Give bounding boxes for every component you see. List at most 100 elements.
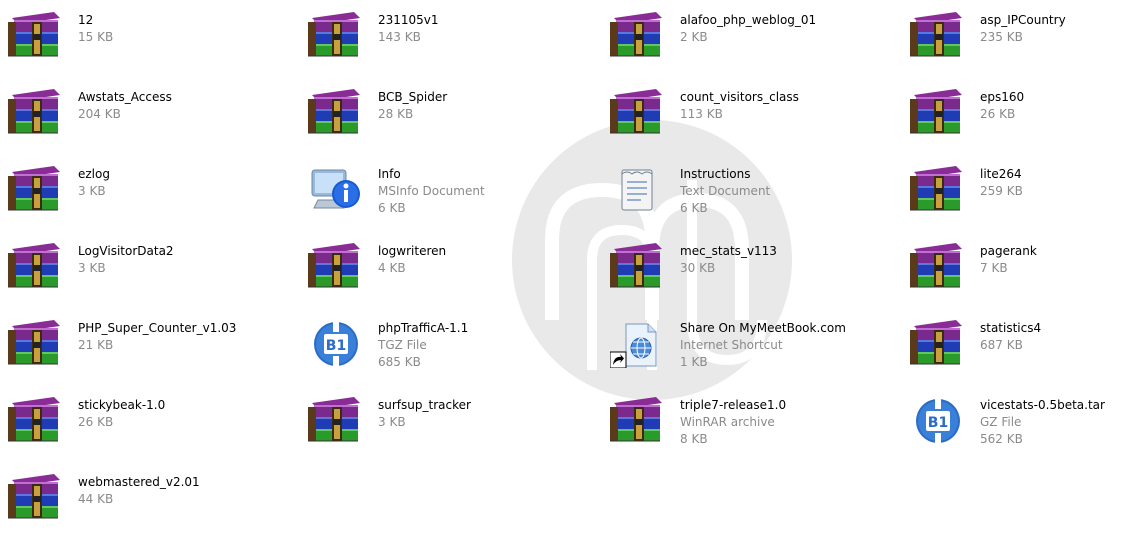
- file-name: mec_stats_v113: [680, 244, 777, 258]
- file-size: 143 KB: [378, 30, 421, 44]
- file-name: 231105v1: [378, 13, 439, 27]
- file-type: WinRAR archive: [680, 415, 775, 429]
- file-item[interactable]: surfsup_tracker 3 KB: [300, 395, 602, 472]
- file-item[interactable]: Awstats_Access 204 KB: [0, 87, 300, 164]
- file-details: pagerank 7 KB: [980, 243, 1037, 277]
- file-size: 28 KB: [378, 107, 414, 121]
- file-name: alafoo_php_weblog_01: [680, 13, 817, 27]
- file-size: 687 KB: [980, 338, 1023, 352]
- file-item[interactable]: Instructions Text Document 6 KB: [602, 164, 902, 241]
- file-size: 26 KB: [78, 415, 114, 429]
- file-name: triple7-release1.0: [680, 398, 787, 412]
- file-size: 21 KB: [78, 338, 114, 352]
- file-name: logwriteren: [378, 244, 447, 258]
- file-item[interactable]: B1 vicestats-0.5beta.tar GZ File 562 KB: [902, 395, 1122, 472]
- file-size: 30 KB: [680, 261, 716, 275]
- file-type: Internet Shortcut: [680, 338, 783, 352]
- file-details: eps160 26 KB: [980, 89, 1024, 123]
- file-name: surfsup_tracker: [378, 398, 471, 412]
- file-details: 12 15 KB: [78, 12, 113, 46]
- file-details: count_visitors_class 113 KB: [680, 89, 799, 123]
- file-item[interactable]: lite264 259 KB: [902, 164, 1122, 241]
- file-item[interactable]: ezlog 3 KB: [0, 164, 300, 241]
- file-item[interactable]: BCB_Spider 28 KB: [300, 87, 602, 164]
- file-size: 3 KB: [378, 415, 406, 429]
- file-item[interactable]: 12 15 KB: [0, 10, 300, 87]
- file-details: statistics4 687 KB: [980, 320, 1041, 354]
- file-item[interactable]: logwriteren 4 KB: [300, 241, 602, 318]
- file-name: Share On MyMeetBook.com: [680, 321, 846, 335]
- file-size: 8 KB: [680, 432, 708, 446]
- file-size: 44 KB: [78, 492, 114, 506]
- file-details: surfsup_tracker 3 KB: [378, 397, 471, 431]
- file-size: 562 KB: [980, 432, 1023, 446]
- file-details: vicestats-0.5beta.tar GZ File 562 KB: [980, 397, 1105, 448]
- file-name: asp_IPCountry: [980, 13, 1066, 27]
- file-name: ezlog: [78, 167, 110, 181]
- file-size: 4 KB: [378, 261, 406, 275]
- file-name: count_visitors_class: [680, 90, 799, 104]
- file-size: 6 KB: [378, 201, 406, 215]
- file-item[interactable]: LogVisitorData2 3 KB: [0, 241, 300, 318]
- file-details: stickybeak-1.0 26 KB: [78, 397, 165, 431]
- file-details: LogVisitorData2 3 KB: [78, 243, 174, 277]
- file-type: GZ File: [980, 415, 1022, 429]
- file-type: TGZ File: [378, 338, 427, 352]
- file-name: statistics4: [980, 321, 1042, 335]
- file-size: 235 KB: [980, 30, 1023, 44]
- file-size: 685 KB: [378, 355, 421, 369]
- file-item[interactable]: stickybeak-1.0 26 KB: [0, 395, 300, 472]
- file-size: 113 KB: [680, 107, 723, 121]
- file-size: 3 KB: [78, 184, 106, 198]
- file-item[interactable]: statistics4 687 KB: [902, 318, 1122, 395]
- file-item[interactable]: mec_stats_v113 30 KB: [602, 241, 902, 318]
- file-item[interactable]: webmastered_v2.01 44 KB: [0, 472, 300, 549]
- file-size: 6 KB: [680, 201, 708, 215]
- file-item[interactable]: pagerank 7 KB: [902, 241, 1122, 318]
- file-details: Instructions Text Document 6 KB: [680, 166, 770, 217]
- file-name: eps160: [980, 90, 1025, 104]
- file-item[interactable]: count_visitors_class 113 KB: [602, 87, 902, 164]
- file-details: webmastered_v2.01 44 KB: [78, 474, 200, 508]
- file-item[interactable]: Share On MyMeetBook.com Internet Shortcut…: [602, 318, 902, 395]
- file-details: Info MSInfo Document 6 KB: [378, 166, 485, 217]
- file-size: 1 KB: [680, 355, 708, 369]
- file-size: 259 KB: [980, 184, 1023, 198]
- file-details: mec_stats_v113 30 KB: [680, 243, 777, 277]
- svg-text:B1: B1: [928, 415, 948, 431]
- file-size: 15 KB: [78, 30, 114, 44]
- file-name: LogVisitorData2: [78, 244, 174, 258]
- file-name: Instructions: [680, 167, 751, 181]
- file-item[interactable]: eps160 26 KB: [902, 87, 1122, 164]
- file-details: Awstats_Access 204 KB: [78, 89, 172, 123]
- file-name: lite264: [980, 167, 1022, 181]
- file-details: Share On MyMeetBook.com Internet Shortcut…: [680, 320, 846, 371]
- file-details: triple7-release1.0 WinRAR archive 8 KB: [680, 397, 786, 448]
- file-list: 12 15 KB 231105v1 143 KB alafoo_php_weblog…: [0, 0, 1122, 520]
- file-item[interactable]: triple7-release1.0 WinRAR archive 8 KB: [602, 395, 902, 472]
- file-name: 12: [78, 13, 94, 27]
- file-name: Info: [378, 167, 401, 181]
- file-item[interactable]: Info MSInfo Document 6 KB: [300, 164, 602, 241]
- file-item[interactable]: 231105v1 143 KB: [300, 10, 602, 87]
- file-details: ezlog 3 KB: [78, 166, 110, 200]
- file-details: logwriteren 4 KB: [378, 243, 446, 277]
- file-item[interactable]: PHP_Super_Counter_v1.03 21 KB: [0, 318, 300, 395]
- svg-text:B1: B1: [326, 338, 346, 354]
- file-name: phpTrafficA-1.1: [378, 321, 469, 335]
- file-name: BCB_Spider: [378, 90, 448, 104]
- file-size: 26 KB: [980, 107, 1016, 121]
- file-details: phpTrafficA-1.1 TGZ File 685 KB: [378, 320, 468, 371]
- file-details: BCB_Spider 28 KB: [378, 89, 447, 123]
- file-name: webmastered_v2.01: [78, 475, 200, 489]
- file-details: PHP_Super_Counter_v1.03 21 KB: [78, 320, 236, 354]
- file-item[interactable]: alafoo_php_weblog_01 2 KB: [602, 10, 902, 87]
- file-name: stickybeak-1.0: [78, 398, 166, 412]
- file-name: pagerank: [980, 244, 1037, 258]
- file-type: MSInfo Document: [378, 184, 485, 198]
- file-size: 2 KB: [680, 30, 708, 44]
- file-item[interactable]: B1 phpTrafficA-1.1 TGZ File 685 KB: [300, 318, 602, 395]
- file-name: Awstats_Access: [78, 90, 172, 104]
- file-item[interactable]: asp_IPCountry 235 KB: [902, 10, 1122, 87]
- file-name: PHP_Super_Counter_v1.03: [78, 321, 237, 335]
